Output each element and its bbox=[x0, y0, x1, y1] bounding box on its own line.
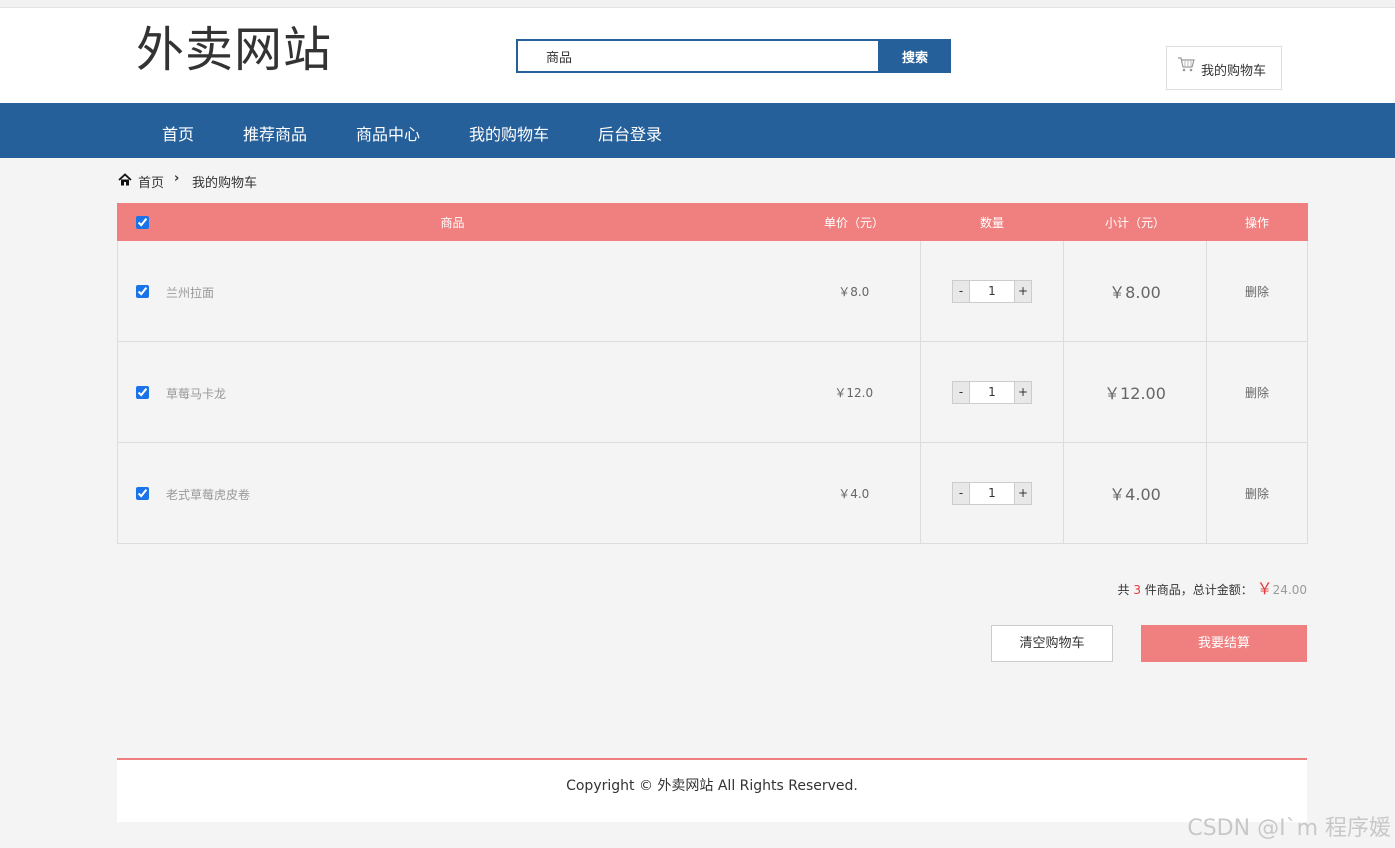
row-checkbox[interactable] bbox=[136, 487, 149, 500]
nav-item-products[interactable]: 商品中心 bbox=[356, 121, 420, 145]
delete-link[interactable]: 删除 bbox=[1206, 341, 1308, 443]
qty-input[interactable]: 1 bbox=[969, 280, 1015, 302]
unit-price: ￥12.0 bbox=[787, 341, 921, 443]
unit-price: ￥8.0 bbox=[787, 240, 921, 342]
total-amount: 24.00 bbox=[1272, 583, 1307, 597]
clear-cart-button[interactable]: 清空购物车 bbox=[991, 625, 1113, 662]
quantity-stepper: -1 + bbox=[952, 380, 1032, 404]
nav-item-cart[interactable]: 我的购物车 bbox=[469, 121, 549, 145]
header-product-label: 商品 bbox=[440, 215, 465, 230]
search-input[interactable] bbox=[516, 39, 880, 73]
unit-price: ￥4.0 bbox=[787, 442, 921, 544]
qty-input[interactable]: 1 bbox=[969, 381, 1015, 403]
top-strip bbox=[0, 0, 1395, 8]
header-qty: 数量 bbox=[920, 203, 1064, 241]
qty-minus-button[interactable]: - bbox=[953, 482, 969, 504]
product-name[interactable]: 兰州拉面 bbox=[166, 284, 214, 301]
table-row: 老式草莓虎皮卷 ￥4.0 -1 + ￥4.00 删除 bbox=[117, 442, 1308, 544]
header: 外卖网站 搜索 我的购物车 bbox=[0, 8, 1395, 103]
qty-cell: -1 + bbox=[920, 442, 1064, 544]
qty-cell: -1 + bbox=[920, 240, 1064, 342]
qty-cell: -1 + bbox=[920, 341, 1064, 443]
row-checkbox[interactable] bbox=[136, 285, 149, 298]
cart-table: 商品 单价（元） 数量 小计（元） 操作 兰州拉面 ￥8.0 -1 + ￥8.00… bbox=[117, 203, 1308, 544]
site-logo[interactable]: 外卖网站 bbox=[136, 10, 332, 80]
header-action: 操作 bbox=[1206, 203, 1308, 241]
copyright-text: Copyright © 外卖网站 All Rights Reserved. bbox=[566, 778, 858, 794]
subtotal: ￥8.00 bbox=[1063, 240, 1207, 342]
nav-item-home[interactable]: 首页 bbox=[162, 121, 194, 145]
breadcrumb-current: 我的购物车 bbox=[192, 176, 258, 191]
row-checkbox[interactable] bbox=[136, 386, 149, 399]
header-product: 商品 bbox=[117, 203, 788, 241]
cart-icon bbox=[1177, 56, 1195, 76]
qty-plus-button[interactable]: + bbox=[1015, 482, 1031, 504]
product-cell: 老式草莓虎皮卷 bbox=[117, 442, 788, 544]
item-count: 3 bbox=[1133, 583, 1141, 597]
product-name[interactable]: 老式草莓虎皮卷 bbox=[166, 486, 250, 503]
product-cell: 兰州拉面 bbox=[117, 240, 788, 342]
search-button[interactable]: 搜索 bbox=[879, 39, 951, 73]
header-cart-label: 我的购物车 bbox=[1201, 64, 1267, 79]
table-header-row: 商品 单价（元） 数量 小计（元） 操作 bbox=[117, 203, 1308, 241]
product-cell: 草莓马卡龙 bbox=[117, 341, 788, 443]
nav-item-admin-login[interactable]: 后台登录 bbox=[598, 121, 662, 145]
checkout-button[interactable]: 我要结算 bbox=[1141, 625, 1307, 662]
table-row: 兰州拉面 ￥8.0 -1 + ￥8.00 删除 bbox=[117, 240, 1308, 342]
nav-item-recommended[interactable]: 推荐商品 bbox=[243, 121, 307, 145]
main-nav: 首页 推荐商品 商品中心 我的购物车 后台登录 bbox=[0, 103, 1395, 158]
cart-summary: 共 3 件商品，总计金额： ￥24.00 bbox=[1117, 575, 1307, 599]
header-subtotal: 小计（元） bbox=[1063, 203, 1207, 241]
table-row: 草莓马卡龙 ￥12.0 -1 + ￥12.00 删除 bbox=[117, 341, 1308, 443]
qty-plus-button[interactable]: + bbox=[1015, 381, 1031, 403]
quantity-stepper: -1 + bbox=[952, 481, 1032, 505]
header-price: 单价（元） bbox=[787, 203, 921, 241]
footer: Copyright © 外卖网站 All Rights Reserved. bbox=[117, 758, 1307, 822]
subtotal: ￥4.00 bbox=[1063, 442, 1207, 544]
subtotal: ￥12.00 bbox=[1063, 341, 1207, 443]
quantity-stepper: -1 + bbox=[952, 279, 1032, 303]
chevron-right-icon: › bbox=[174, 171, 180, 186]
qty-minus-button[interactable]: - bbox=[953, 280, 969, 302]
watermark: CSDN @I`m 程序媛 bbox=[1187, 816, 1391, 841]
search-bar: 搜索 bbox=[516, 39, 951, 73]
yen-symbol: ￥ bbox=[1256, 579, 1273, 598]
qty-input[interactable]: 1 bbox=[969, 482, 1015, 504]
qty-minus-button[interactable]: - bbox=[953, 381, 969, 403]
breadcrumb-home[interactable]: 首页 bbox=[138, 172, 164, 191]
qty-plus-button[interactable]: + bbox=[1015, 280, 1031, 302]
select-all-checkbox[interactable] bbox=[136, 216, 149, 229]
header-cart-button[interactable]: 我的购物车 bbox=[1166, 46, 1282, 90]
delete-link[interactable]: 删除 bbox=[1206, 240, 1308, 342]
summary-middle: 件商品，总计金额： bbox=[1144, 583, 1253, 597]
product-name[interactable]: 草莓马卡龙 bbox=[166, 385, 226, 402]
summary-prefix: 共 bbox=[1117, 583, 1130, 597]
home-icon bbox=[118, 173, 132, 191]
delete-link[interactable]: 删除 bbox=[1206, 442, 1308, 544]
